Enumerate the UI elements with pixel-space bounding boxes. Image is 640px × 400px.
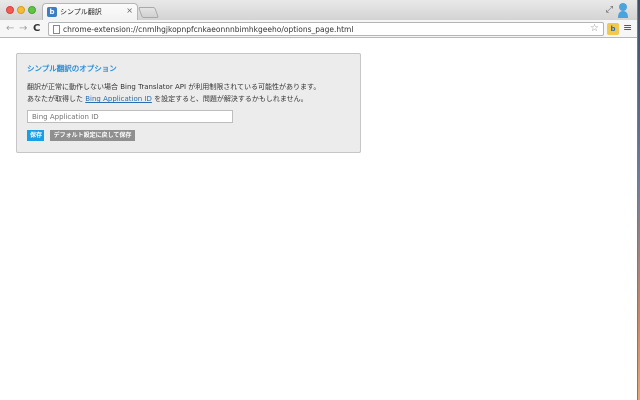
reload-icon[interactable]: C: [33, 22, 40, 36]
new-tab-button[interactable]: [137, 7, 160, 18]
close-window-button[interactable]: [6, 6, 14, 14]
description-line-2: あなたが取得した Bing Application ID を設定すると、問題が解…: [27, 94, 308, 104]
options-title: シンプル翻訳のオプション: [27, 64, 117, 73]
reset-default-save-button[interactable]: デフォルト設定に戻して保存: [50, 130, 135, 141]
description-line-1: 翻訳が正常に動作しない場合 Bing Translator API が利用制限さ…: [27, 83, 321, 91]
tab-close-icon[interactable]: ×: [126, 6, 133, 16]
browser-toolbar: ← → C chrome-extension://cnmlhgjkopnpfcn…: [0, 20, 637, 38]
forward-arrow-icon[interactable]: →: [19, 22, 27, 36]
star-icon[interactable]: ☆: [590, 23, 599, 35]
zoom-window-button[interactable]: [28, 6, 36, 14]
extension-icon[interactable]: b: [607, 23, 619, 35]
tab-title: シンプル翻訳: [60, 8, 102, 16]
tab-strip: b シンプル翻訳 × ⤢: [0, 0, 637, 20]
minimize-window-button[interactable]: [17, 6, 25, 14]
address-bar[interactable]: chrome-extension://cnmlhgjkopnpfcnkaeonn…: [48, 22, 604, 36]
fullscreen-icon[interactable]: ⤢: [606, 5, 613, 15]
tab-active[interactable]: b シンプル翻訳 ×: [42, 3, 138, 20]
browser-window: b シンプル翻訳 × ⤢ ← → C chrome-extension://cn…: [0, 0, 638, 400]
url-text[interactable]: chrome-extension://cnmlhgjkopnpfcnkaeonn…: [63, 24, 353, 35]
menu-icon[interactable]: ≡: [623, 21, 632, 35]
extension-favicon-icon: b: [47, 7, 57, 17]
bing-app-id-link[interactable]: Bing Application ID: [85, 95, 152, 103]
description-suffix: を設定すると、問題が解決するかもしれません。: [151, 95, 308, 103]
back-arrow-icon[interactable]: ←: [6, 22, 14, 36]
page-icon: [53, 25, 60, 34]
options-panel: シンプル翻訳のオプション 翻訳が正常に動作しない場合 Bing Translat…: [16, 53, 361, 153]
save-button[interactable]: 保存: [27, 130, 44, 141]
description-prefix: あなたが取得した: [27, 95, 86, 103]
bing-app-id-input[interactable]: [27, 110, 233, 123]
profile-icon[interactable]: [617, 2, 629, 18]
